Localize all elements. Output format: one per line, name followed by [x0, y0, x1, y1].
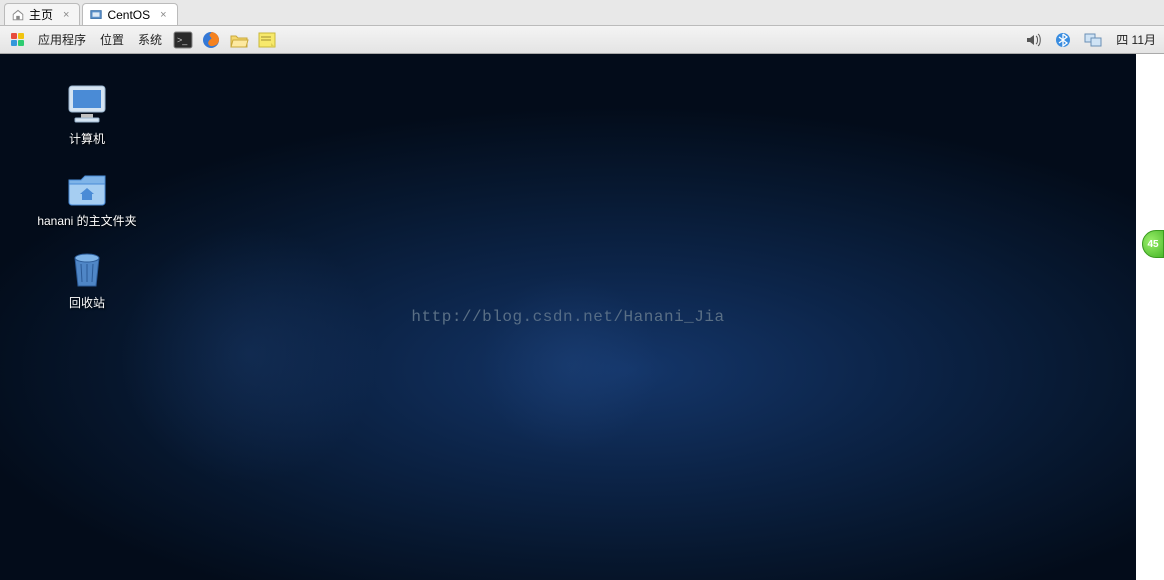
sticky-note-icon [257, 31, 277, 49]
close-icon[interactable]: × [61, 9, 71, 21]
vm-tab-centos[interactable]: CentOS × [82, 3, 177, 25]
svg-text:>_: >_ [177, 35, 188, 45]
vm-tab-label: CentOS [107, 8, 150, 22]
terminal-icon: >_ [173, 31, 193, 49]
menu-applications[interactable]: 应用程序 [32, 29, 92, 50]
network-icon[interactable] [1082, 29, 1104, 51]
computer-icon [63, 80, 111, 128]
desktop-icon-label: 计算机 [22, 132, 152, 148]
vm-tab-bar: 主页 × CentOS × [0, 0, 1164, 26]
firefox-icon [201, 30, 221, 50]
folder-open-icon [229, 31, 249, 49]
desktop-icon-trash[interactable]: 回收站 [22, 244, 152, 312]
vm-tab-label: 主页 [29, 6, 53, 23]
desktop-icon-computer[interactable]: 计算机 [22, 80, 152, 148]
file-manager-launcher[interactable] [226, 28, 252, 52]
vm-tab-home[interactable]: 主页 × [4, 3, 80, 25]
trash-icon [63, 244, 111, 292]
desktop-icon-label: 回收站 [22, 296, 152, 312]
home-folder-icon [63, 162, 111, 210]
terminal-launcher[interactable]: >_ [170, 28, 196, 52]
watermark-text: http://blog.csdn.net/Hanani_Jia [411, 308, 724, 326]
home-icon [11, 8, 25, 22]
menu-places[interactable]: 位置 [94, 29, 130, 50]
desktop-icon-home[interactable]: hanani 的主文件夹 [22, 162, 152, 230]
side-badge[interactable]: 45 [1142, 230, 1164, 258]
menu-system[interactable]: 系统 [132, 29, 168, 50]
firefox-launcher[interactable] [198, 28, 224, 52]
desktop[interactable]: 计算机 hanani 的主文件夹 回收站 http://blog.csdn.ne… [0, 54, 1136, 580]
desktop-icon-label: hanani 的主文件夹 [22, 214, 152, 230]
gnome-top-panel: 应用程序 位置 系统 >_ 四 11月 [0, 26, 1164, 54]
right-strip [1136, 54, 1164, 580]
bluetooth-icon[interactable] [1052, 29, 1074, 51]
applications-icon[interactable] [4, 28, 30, 52]
notes-launcher[interactable] [254, 28, 280, 52]
panel-clock[interactable]: 四 11月 [1112, 31, 1160, 48]
volume-icon[interactable] [1022, 29, 1044, 51]
close-icon[interactable]: × [158, 9, 168, 21]
vm-icon [89, 8, 103, 22]
